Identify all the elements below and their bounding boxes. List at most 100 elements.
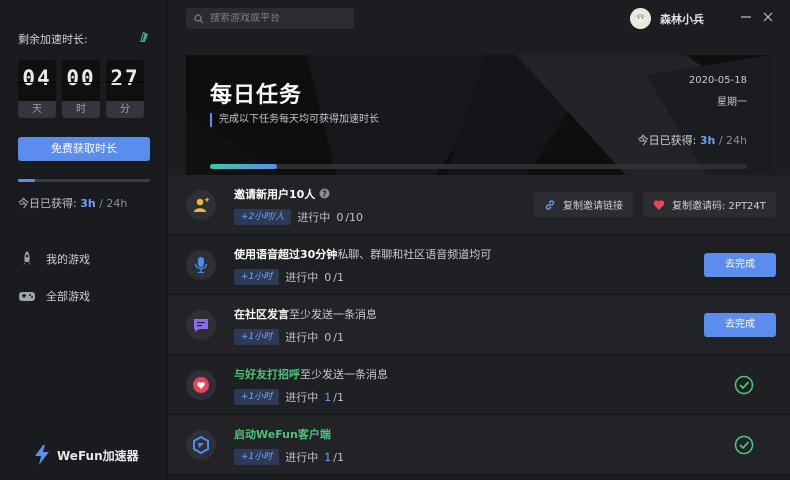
sidebar-item-label: 全部游戏 bbox=[46, 290, 90, 303]
banner-subtitle: 完成以下任务每天均可获得加速时长 bbox=[210, 113, 379, 127]
timer-minutes-value: 27 bbox=[110, 66, 140, 90]
sidebar-progress-bar bbox=[18, 179, 150, 182]
task-icon bbox=[186, 250, 216, 280]
task-title: 邀请新用户10人 ? bbox=[234, 186, 330, 202]
heart-icon bbox=[653, 199, 665, 210]
task-title-bold: 在社区发言 bbox=[234, 308, 289, 321]
task-title: 使用语音超过30分钟私聊、群聊和社区语音频道均可 bbox=[234, 246, 491, 262]
task-meta: +2小时/人 进行中 0 /10 bbox=[234, 209, 363, 225]
task-title-bold: 邀请新用户10人 bbox=[234, 188, 316, 201]
add-user-icon bbox=[194, 197, 209, 212]
progress-done: 0 bbox=[324, 270, 332, 284]
reward-badge: +1小时 bbox=[234, 329, 280, 345]
task-title-rest: 至少发送一条消息 bbox=[300, 368, 388, 381]
task-invite-users: 邀请新用户10人 ? +2小时/人 进行中 0 /10 复制邀请链接 复制邀请码… bbox=[168, 175, 790, 235]
timer-days: 04 天 bbox=[18, 60, 56, 118]
earned-total: / 24h bbox=[99, 197, 128, 210]
search-box[interactable] bbox=[186, 8, 354, 29]
sidebar-item-all-games[interactable]: 全部游戏 bbox=[18, 287, 90, 305]
user-profile[interactable]: 森林小兵 bbox=[630, 8, 704, 29]
progress-label: 进行中 bbox=[297, 211, 331, 224]
bolt-logo-icon bbox=[35, 445, 49, 465]
task-title-bold: 使用语音超过30分钟 bbox=[234, 248, 338, 261]
sidebar-item-my-games[interactable]: 我的游戏 bbox=[18, 250, 90, 268]
minimize-icon[interactable] bbox=[739, 10, 753, 24]
progress-label: 进行中 bbox=[285, 391, 319, 404]
task-meta: +1小时 进行中 0 /1 bbox=[234, 329, 344, 345]
task-community-post: 在社区发言至少发送一条消息 +1小时 进行中 0 /1 去完成 bbox=[168, 295, 790, 355]
progress-label: 进行中 bbox=[285, 271, 319, 284]
search-icon bbox=[194, 13, 204, 23]
task-title: 在社区发言至少发送一条消息 bbox=[234, 306, 377, 322]
close-icon[interactable] bbox=[761, 10, 775, 24]
copy-invite-link-button[interactable]: 复制邀请链接 bbox=[534, 192, 633, 217]
progress-done: 0 bbox=[324, 330, 332, 344]
check-circle-icon bbox=[734, 435, 754, 455]
get-free-time-button[interactable]: 免费获取时长 bbox=[18, 137, 150, 161]
go-complete-button[interactable]: 去完成 bbox=[704, 253, 776, 277]
earned-value: 3h bbox=[699, 134, 716, 147]
task-title-rest: 私聊、群聊和社区语音频道均可 bbox=[337, 248, 492, 261]
task-voice-30min: 使用语音超过30分钟私聊、群聊和社区语音频道均可 +1小时 进行中 0 /1 去… bbox=[168, 235, 790, 295]
earned-value: 3h bbox=[80, 197, 96, 210]
username: 森林小兵 bbox=[660, 12, 704, 26]
timer-minutes-unit: 分 bbox=[106, 101, 144, 118]
banner-date: 2020-05-18 bbox=[688, 75, 747, 86]
reward-badge: +2小时/人 bbox=[234, 209, 292, 225]
banner-progress-bar bbox=[210, 164, 747, 169]
wefun-logo-icon bbox=[193, 436, 209, 454]
earned-total: / 24h bbox=[718, 134, 747, 147]
earned-label: 今日已获得: bbox=[18, 197, 77, 210]
task-greet-friend: 与好友打招呼至少发送一条消息 +1小时 进行中 1 /1 bbox=[168, 355, 790, 415]
go-complete-button[interactable]: 去完成 bbox=[704, 313, 776, 337]
page-title: 每日任务 bbox=[210, 83, 303, 108]
task-meta: +1小时 进行中 1 /1 bbox=[234, 449, 344, 465]
task-title-bold: 与好友打招呼 bbox=[234, 368, 300, 381]
progress-total: /1 bbox=[333, 330, 344, 344]
pin-icon[interactable] bbox=[137, 31, 149, 43]
daily-task-banner: 每日任务 完成以下任务每天均可获得加速时长 2020-05-18 星期一 今日已… bbox=[186, 55, 771, 175]
reward-badge: +1小时 bbox=[234, 389, 280, 405]
gamepad-icon bbox=[19, 292, 35, 301]
remaining-time-label: 剩余加速时长: bbox=[18, 33, 88, 46]
task-meta: +1小时 进行中 1 /1 bbox=[234, 389, 344, 405]
button-label: 复制邀请链接 bbox=[563, 201, 623, 212]
task-list: 邀请新用户10人 ? +2小时/人 进行中 0 /10 复制邀请链接 复制邀请码… bbox=[168, 175, 790, 475]
task-icon bbox=[186, 190, 216, 220]
timer-minutes: 27 分 bbox=[106, 60, 144, 118]
avatar[interactable] bbox=[630, 8, 651, 29]
timer-hours: 00 时 bbox=[62, 60, 100, 118]
sidebar: 剩余加速时长: 04 天 00 时 27 分 免费获取时长 今日已获得: 3h … bbox=[0, 0, 168, 480]
sidebar-earned-today: 今日已获得: 3h / 24h bbox=[18, 195, 127, 211]
help-icon[interactable]: ? bbox=[319, 188, 330, 199]
search-input[interactable] bbox=[210, 13, 350, 24]
copy-invite-code-button[interactable]: 复制邀请码: 2PT24T bbox=[643, 192, 776, 217]
task-title: 与好友打招呼至少发送一条消息 bbox=[234, 366, 388, 382]
chat-bubble-icon bbox=[194, 319, 208, 332]
progress-done: 1 bbox=[324, 450, 332, 464]
heart-circle-icon bbox=[193, 377, 209, 393]
progress-label: 进行中 bbox=[285, 451, 319, 464]
task-icon bbox=[186, 430, 216, 460]
progress-total: /1 bbox=[333, 450, 344, 464]
brand-name: WeFun加速器 bbox=[57, 448, 139, 463]
progress-done: 1 bbox=[324, 390, 332, 404]
reward-badge: +1小时 bbox=[234, 449, 280, 465]
task-meta: +1小时 进行中 0 /1 bbox=[234, 269, 344, 285]
task-title-bold: 启动WeFun客户端 bbox=[234, 428, 331, 441]
button-label: 复制邀请码: 2PT24T bbox=[672, 201, 766, 212]
task-title-rest: 至少发送一条消息 bbox=[289, 308, 377, 321]
banner-weekday: 星期一 bbox=[717, 97, 747, 108]
task-title: 启动WeFun客户端 bbox=[234, 426, 331, 442]
progress-done: 0 bbox=[336, 210, 344, 224]
svg-text:?: ? bbox=[322, 190, 327, 199]
rocket-icon bbox=[23, 251, 31, 265]
task-launch-client: 启动WeFun客户端 +1小时 进行中 1 /1 bbox=[168, 415, 790, 475]
brand-logo: WeFun加速器 bbox=[33, 445, 139, 465]
earned-label: 今日已获得: bbox=[637, 134, 697, 147]
timer-hours-unit: 时 bbox=[62, 101, 100, 118]
task-icon bbox=[186, 310, 216, 340]
timer-days-unit: 天 bbox=[18, 101, 56, 118]
progress-label: 进行中 bbox=[285, 331, 319, 344]
progress-total: /1 bbox=[333, 270, 344, 284]
